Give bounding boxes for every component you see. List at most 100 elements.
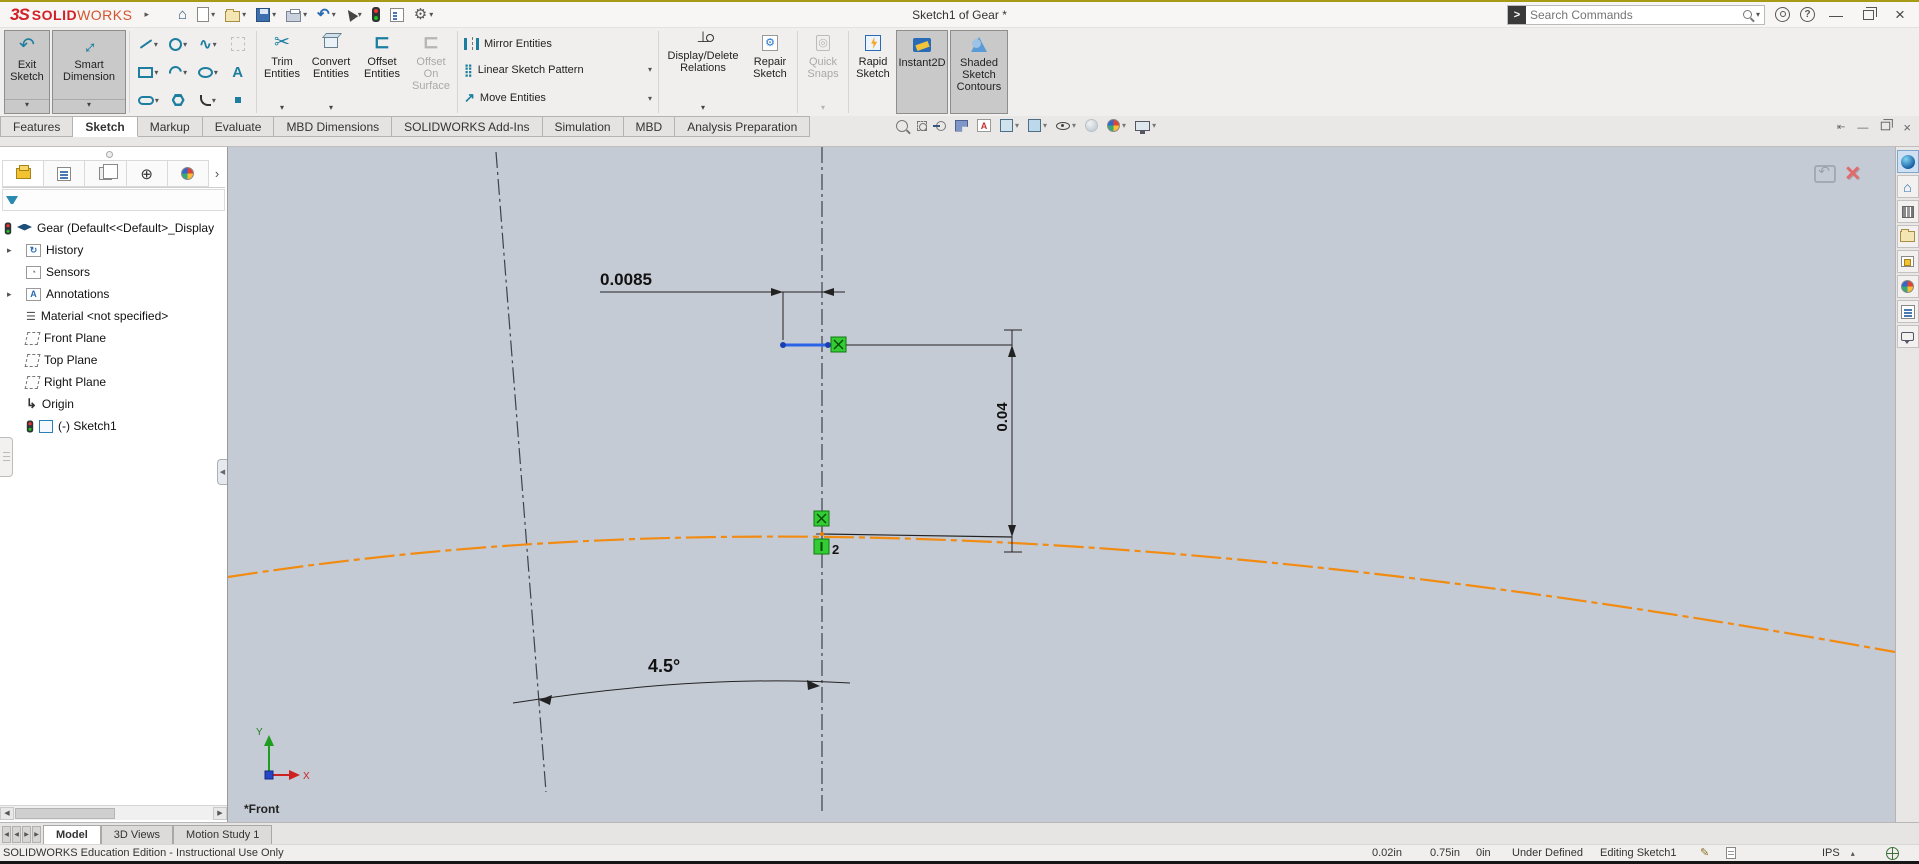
fillet-tool-button[interactable]: ▾ bbox=[194, 94, 223, 106]
open-caret-icon[interactable]: ▾ bbox=[242, 10, 246, 19]
zoom-fit-button[interactable] bbox=[894, 119, 910, 133]
forum-button[interactable] bbox=[1896, 325, 1919, 348]
repair-sketch-button[interactable]: ⚙ Repair Sketch bbox=[745, 28, 795, 116]
hide-show-caret-icon[interactable]: ▾ bbox=[1072, 121, 1076, 130]
display-style-button[interactable]: ▾ bbox=[1026, 118, 1049, 133]
sketch-endpoint[interactable] bbox=[780, 342, 786, 348]
trim-entities-button[interactable]: ✂ Trim Entities ▾ bbox=[259, 28, 305, 116]
doc-split-icon[interactable]: ⇤ bbox=[1837, 122, 1845, 133]
point-tool-button[interactable] bbox=[223, 97, 252, 103]
move-entities-button[interactable]: ↗ Move Entities ▾ bbox=[464, 90, 652, 106]
options-caret-icon[interactable]: ▾ bbox=[429, 10, 433, 19]
window-minimize-button[interactable]: — bbox=[1825, 7, 1847, 23]
spline-tool-button[interactable]: ∿ ▾ bbox=[194, 35, 223, 53]
doc-minimize-button[interactable]: — bbox=[1857, 122, 1868, 134]
tab-mbd-dimensions[interactable]: MBD Dimensions bbox=[274, 116, 393, 137]
slanted-centerline[interactable] bbox=[495, 151, 547, 793]
panel-pin-dot[interactable] bbox=[106, 151, 113, 158]
account-icon[interactable] bbox=[1775, 7, 1790, 22]
home-button[interactable]: ⌂ bbox=[175, 5, 190, 25]
convert-caret-icon[interactable]: ▾ bbox=[329, 102, 333, 114]
property-manager-tab[interactable] bbox=[44, 160, 86, 187]
search-input[interactable] bbox=[1526, 7, 1743, 22]
line-tool-button[interactable]: ▾ bbox=[134, 39, 163, 49]
tab-markup[interactable]: Markup bbox=[137, 116, 203, 137]
convert-entities-button[interactable]: Convert Entities ▾ bbox=[305, 28, 357, 116]
doc-restore-button[interactable] bbox=[1880, 119, 1894, 134]
select-button[interactable]: ▾ bbox=[343, 7, 365, 22]
next-tab-icon[interactable]: ▶ bbox=[22, 826, 31, 843]
view-palette-button[interactable] bbox=[1896, 250, 1919, 273]
tree-item-front-plane[interactable]: Front Plane bbox=[0, 327, 227, 349]
fillet-caret-icon[interactable]: ▾ bbox=[212, 96, 216, 105]
ellipse-tool-button[interactable]: ▾ bbox=[194, 66, 223, 78]
circle-caret-icon[interactable]: ▾ bbox=[183, 40, 187, 49]
linear-sketch-pattern-button[interactable]: ⣿ Linear Sketch Pattern ▾ bbox=[464, 63, 652, 77]
tab-simulation[interactable]: Simulation bbox=[542, 116, 624, 137]
confirm-exit-sketch-icon[interactable] bbox=[1814, 163, 1837, 183]
view-orientation-caret-icon[interactable]: ▾ bbox=[1015, 121, 1019, 130]
exit-sketch-button[interactable]: ↶ Exit Sketch ▾ bbox=[4, 30, 50, 114]
undo-caret-icon[interactable]: ▾ bbox=[332, 10, 336, 19]
offset-entities-button[interactable]: ⊏ Offset Entities bbox=[357, 28, 407, 116]
tab-analysis-preparation[interactable]: Analysis Preparation bbox=[675, 116, 811, 137]
scroll-right-icon[interactable]: ▶ bbox=[213, 806, 227, 820]
open-button[interactable]: ▾ bbox=[222, 6, 249, 24]
ellipse-caret-icon[interactable]: ▾ bbox=[214, 68, 218, 77]
circle-tool-button[interactable]: ▾ bbox=[164, 37, 193, 51]
dim-horizontal-value[interactable]: 0.0085 bbox=[600, 270, 652, 289]
web-help-button[interactable] bbox=[1886, 847, 1899, 863]
previous-view-button[interactable] bbox=[933, 120, 948, 132]
file-explorer-button[interactable] bbox=[1896, 225, 1919, 248]
tab-solidworks-addins[interactable]: SOLIDWORKS Add-Ins bbox=[392, 116, 543, 137]
tab-model[interactable]: Model bbox=[43, 825, 101, 844]
panel-splitter-grip[interactable] bbox=[0, 437, 13, 477]
display-style-caret-icon[interactable]: ▾ bbox=[1043, 121, 1047, 130]
smart-dimension-button[interactable]: ↔ Smart Dimension ▾ bbox=[52, 30, 126, 114]
prev-tab-icon[interactable]: ◀ bbox=[12, 826, 21, 843]
graphics-viewport[interactable]: 0.0085 0.04 2 4.5° Y X *Front ↶ ✕ bbox=[228, 147, 1895, 822]
view-orientation-button[interactable]: ▾ bbox=[998, 118, 1021, 133]
rebuild-button[interactable] bbox=[369, 5, 383, 24]
window-close-button[interactable]: × bbox=[1889, 5, 1911, 25]
search-caret-icon[interactable]: ▾ bbox=[1756, 10, 1760, 19]
tab-motion-study-1[interactable]: Motion Study 1 bbox=[173, 825, 273, 844]
view-settings-caret-icon[interactable]: ▾ bbox=[1152, 121, 1156, 130]
panel-tabs-more-button[interactable]: › bbox=[209, 160, 225, 187]
last-tab-icon[interactable]: ▶ bbox=[32, 826, 41, 843]
view-settings-button[interactable]: ▾ bbox=[1133, 120, 1158, 134]
trim-caret-icon[interactable]: ▾ bbox=[280, 102, 284, 114]
tree-item-history[interactable]: ▸ ↻ History bbox=[0, 239, 227, 261]
mirror-entities-button[interactable]: Mirror Entities bbox=[464, 36, 652, 50]
custom-properties-button[interactable] bbox=[1896, 300, 1919, 323]
tree-item-sensors[interactable]: ◔ Sensors bbox=[0, 261, 227, 283]
annotation-view-button[interactable]: A bbox=[975, 118, 993, 133]
new-document-button[interactable]: ▾ bbox=[194, 5, 218, 24]
feature-manager-tab[interactable] bbox=[2, 160, 45, 187]
tree-horizontal-scrollbar[interactable]: ◀ ▶ bbox=[0, 805, 227, 820]
arc-tool-button[interactable]: ▾ bbox=[164, 62, 193, 82]
unit-system-selector[interactable]: IPS ▴ bbox=[1822, 845, 1855, 861]
menu-expand-icon[interactable]: ▸ bbox=[144, 9, 149, 20]
tree-item-sketch1[interactable]: (-) Sketch1 bbox=[0, 415, 227, 437]
line-caret-icon[interactable]: ▾ bbox=[154, 40, 158, 49]
solidworks-logo[interactable]: 3S SOLID WORKS ▸ bbox=[10, 5, 149, 25]
appearances-button[interactable] bbox=[1896, 275, 1919, 298]
text-tool-button[interactable]: A bbox=[223, 64, 252, 81]
help-icon[interactable]: ? bbox=[1800, 7, 1815, 22]
spline-caret-icon[interactable]: ▾ bbox=[213, 40, 217, 49]
display-delete-caret-icon[interactable]: ▾ bbox=[701, 102, 705, 114]
search-icon[interactable] bbox=[1742, 10, 1752, 19]
apply-scene-caret-icon[interactable]: ▾ bbox=[1122, 121, 1126, 130]
section-view-button[interactable] bbox=[953, 119, 970, 133]
rectangle-tool-button[interactable]: ▾ bbox=[134, 66, 163, 78]
slot-tool-button[interactable]: ▾ bbox=[134, 95, 163, 105]
tree-item-annotations[interactable]: ▸ A Annotations bbox=[0, 283, 227, 305]
undo-button[interactable]: ↶ ▾ bbox=[314, 5, 339, 25]
polygon-tool-button[interactable] bbox=[164, 94, 193, 106]
first-tab-icon[interactable]: ◀ bbox=[2, 826, 11, 843]
annotations-expander-icon[interactable]: ▸ bbox=[7, 289, 12, 300]
smart-dimension-caret-icon[interactable]: ▾ bbox=[53, 99, 125, 113]
apply-scene-button[interactable]: ▾ bbox=[1105, 118, 1128, 133]
note-icon[interactable] bbox=[1726, 847, 1736, 863]
